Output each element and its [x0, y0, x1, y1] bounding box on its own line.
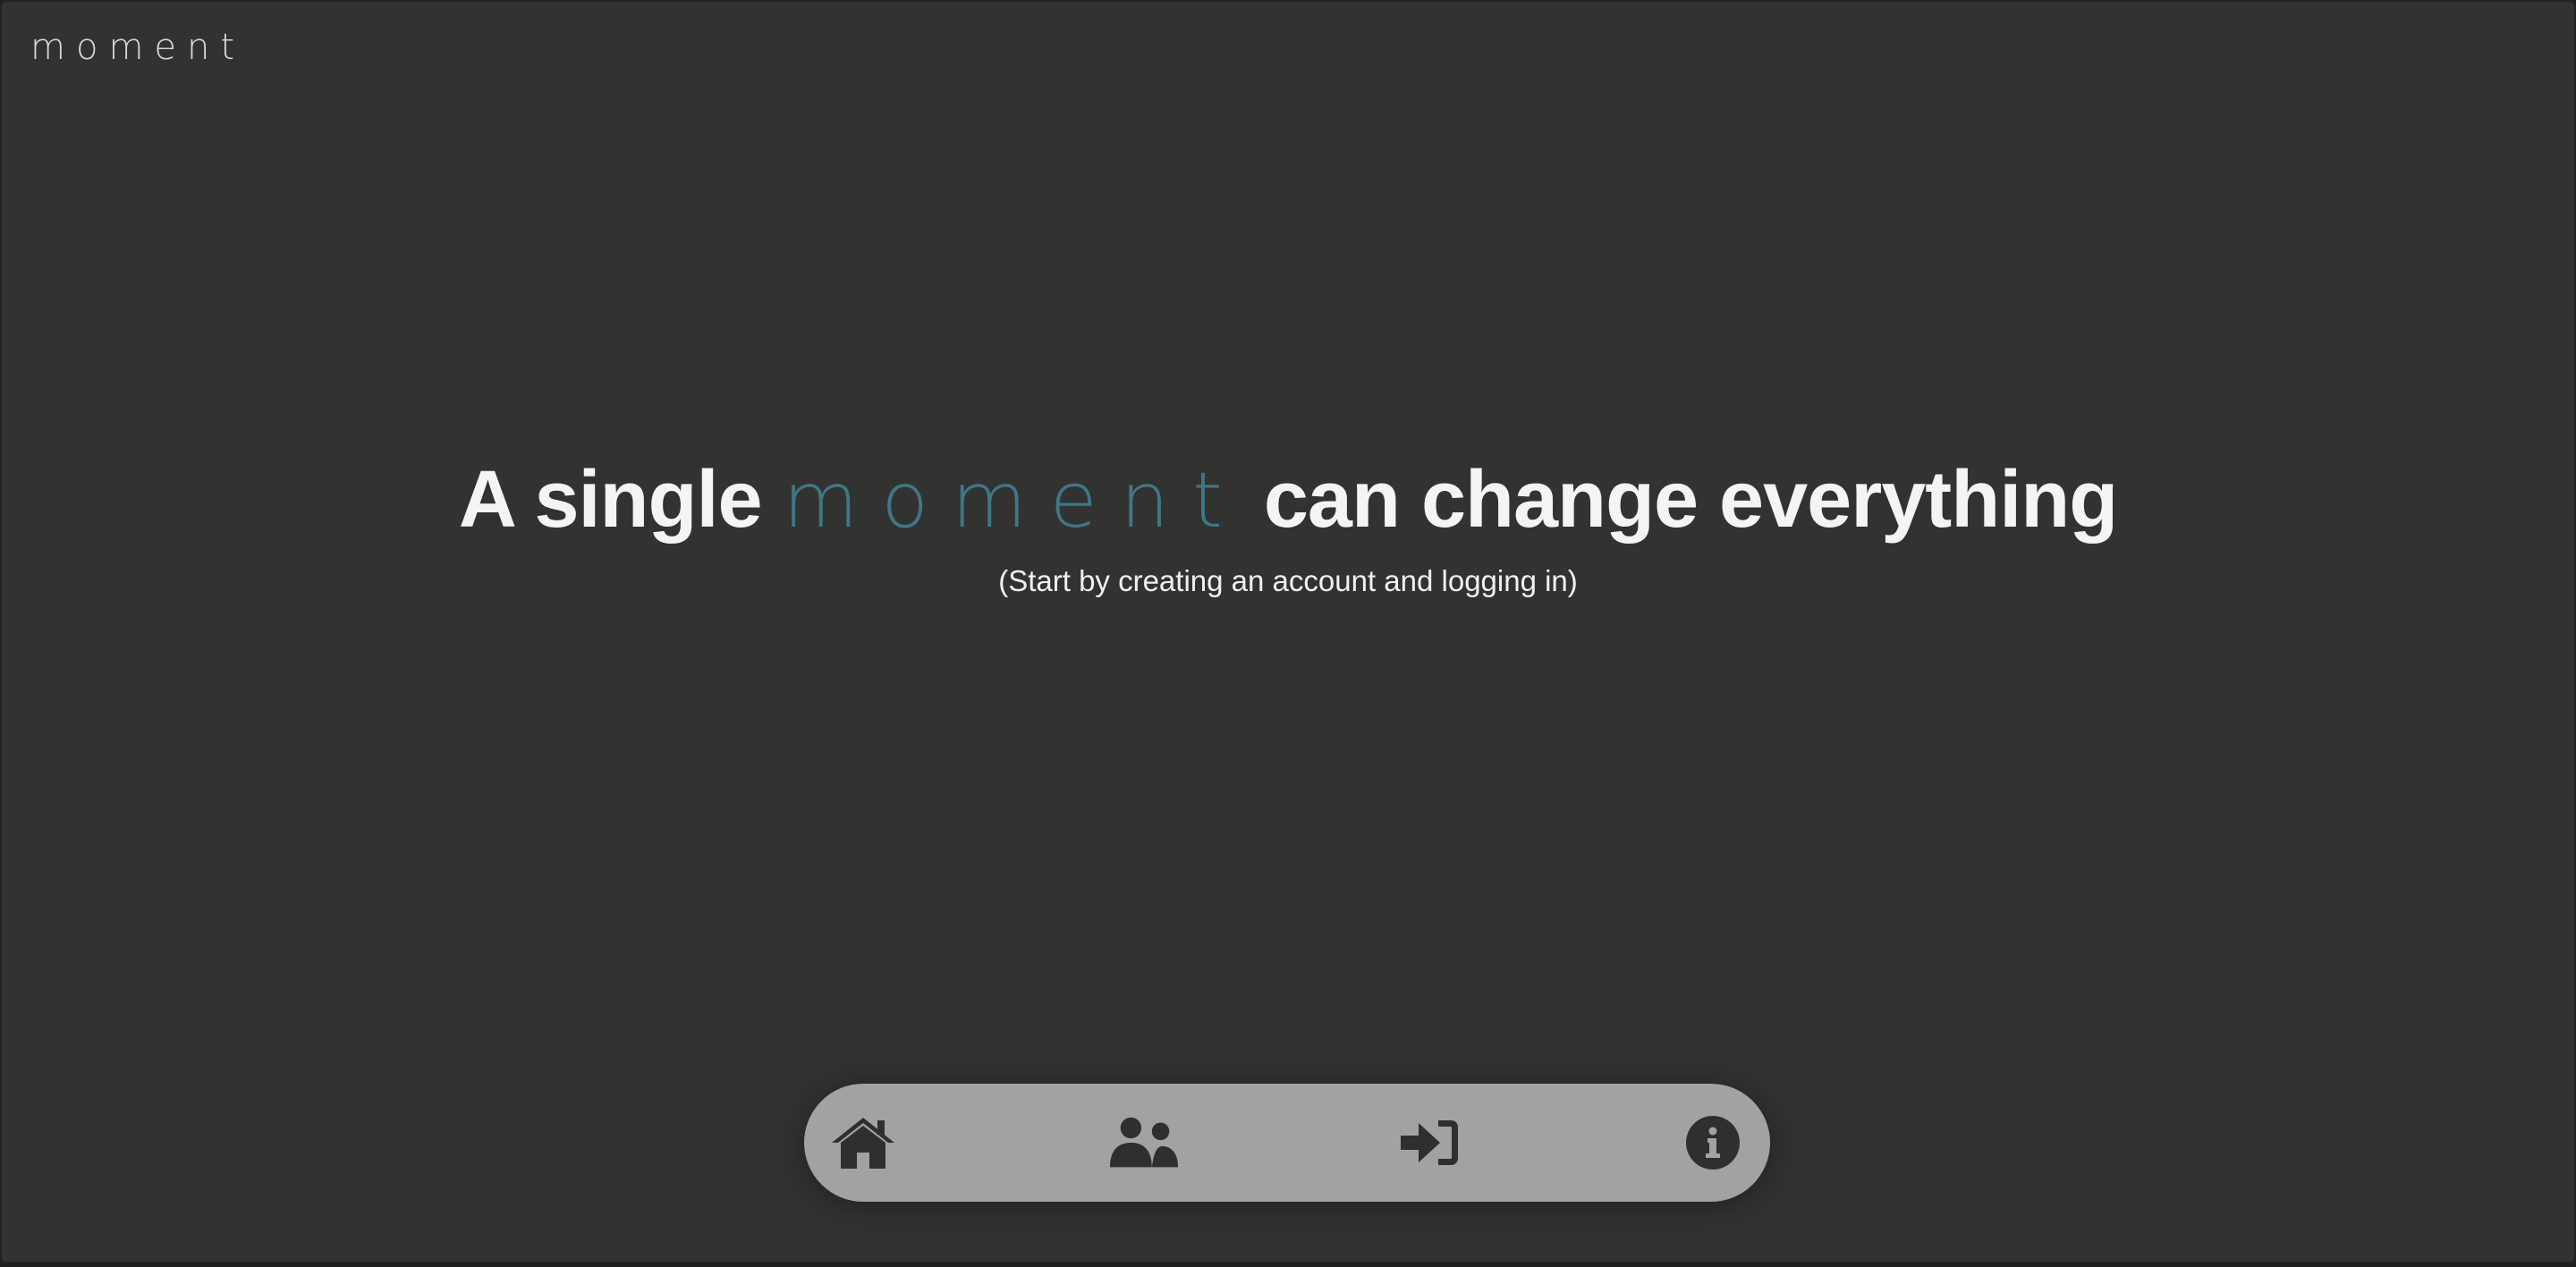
app-window: moment A single moment can change everyt…: [0, 0, 2576, 1263]
hero-subline: (Start by creating an account and loggin…: [998, 564, 1578, 597]
users-icon: [1109, 1117, 1179, 1168]
hero-headline: A single moment can change everything: [0, 447, 2576, 553]
bottom-nav-dock: [804, 1084, 1770, 1202]
app-logo[interactable]: moment: [30, 27, 245, 68]
nav-home-button[interactable]: [827, 1111, 899, 1175]
nav-info-button[interactable]: [1677, 1111, 1749, 1175]
info-icon: [1686, 1116, 1740, 1170]
nav-users-button[interactable]: [1108, 1111, 1180, 1175]
headline-after: can change everything: [1241, 455, 2118, 545]
headline-before: A single: [458, 455, 784, 545]
home-icon: [832, 1118, 894, 1169]
sign-in-icon: [1401, 1120, 1458, 1165]
nav-sign-in-button[interactable]: [1394, 1111, 1466, 1175]
headline-accent: moment: [783, 456, 1246, 545]
hero-section: A single moment can change everything (S…: [0, 447, 2576, 598]
